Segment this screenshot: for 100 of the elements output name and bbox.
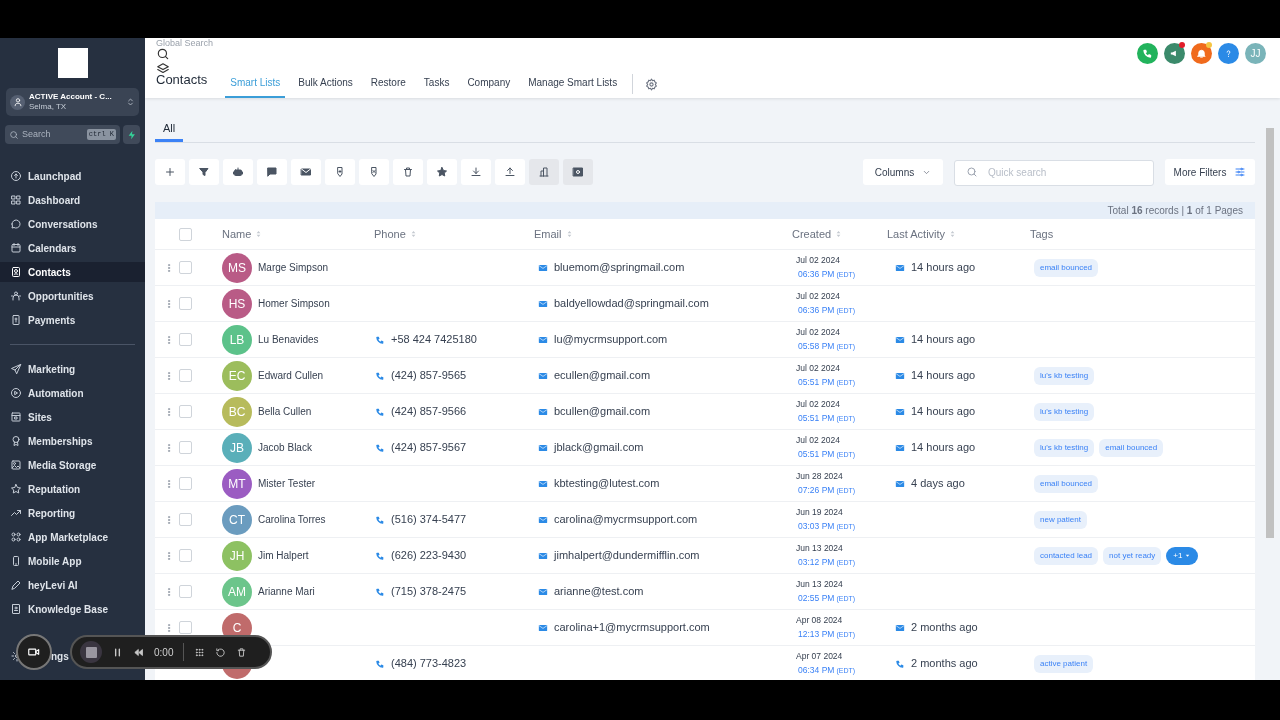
toolbar-button[interactable] [393,159,423,185]
phone-number[interactable]: (484) 773-4823 [391,655,467,672]
quick-search-field[interactable]: Quick search [954,159,1154,186]
dot-grid-icon[interactable] [194,646,206,658]
nav-item[interactable]: Marketing [0,359,145,379]
phone-number[interactable]: (424) 857-9567 [391,439,467,456]
contact-name[interactable]: Jacob Black [258,440,312,455]
tab[interactable]: Company [462,72,516,98]
row-checkbox[interactable] [179,261,192,274]
nav-item[interactable]: Calendars [0,238,145,258]
toolbar-button[interactable] [257,159,287,185]
notifications-button[interactable] [1191,43,1212,64]
contact-name[interactable]: Homer Simpson [258,296,330,311]
contact-name[interactable]: Marge Simpson [258,260,329,275]
row-checkbox[interactable] [179,369,192,382]
nav-item[interactable]: Opportunities [0,286,145,306]
created-date: Apr 08 2024 [796,615,844,626]
contact-name[interactable]: Mister Tester [258,476,316,491]
row-checkbox[interactable] [179,333,192,346]
announcements-button[interactable] [1164,43,1185,64]
contact-name[interactable]: Jim Halpert [258,548,309,563]
row-checkbox[interactable] [179,297,192,310]
more-filters-button[interactable]: More Filters [1165,159,1255,185]
nav-item[interactable]: Dashboard [0,190,145,210]
toolbar-button[interactable] [223,159,253,185]
phone-number[interactable]: (626) 223-9430 [391,547,467,564]
undo-icon[interactable] [215,646,227,658]
email-address[interactable]: baldyellowdad@springmail.com [554,295,709,312]
nav-item[interactable]: App Marketplace [0,527,145,547]
nav-item[interactable]: Reporting [0,503,145,523]
nav-item[interactable]: Knowledge Base [0,599,145,619]
contact-name[interactable]: Arianne Mari [258,584,315,599]
email-address[interactable]: jblack@gmail.com [554,439,644,456]
contact-name[interactable]: Bella Cullen [258,404,312,419]
trash-icon[interactable] [236,646,248,658]
email-address[interactable]: jimhalpert@dundermifflin.com [554,547,700,564]
nav-item[interactable]: Contacts [0,262,145,282]
contact-name[interactable]: Carolina Torres [258,512,326,527]
nav-item[interactable]: Conversations [0,214,145,234]
email-address[interactable]: ecullen@gmail.com [554,367,651,384]
pause-icon[interactable] [112,646,123,658]
select-all-checkbox[interactable] [179,227,192,241]
email-address[interactable]: bluemom@springmail.com [554,259,685,276]
nav-item[interactable]: Media Storage [0,455,145,475]
phone-number[interactable]: (516) 374-5477 [391,511,467,528]
nav-item[interactable]: heyLevi AI [0,575,145,595]
nav-item[interactable]: Mobile App [0,551,145,571]
toolbar-button[interactable] [325,159,355,185]
tab[interactable]: Tasks [418,72,455,98]
row-checkbox[interactable] [179,549,192,562]
account-switcher[interactable]: ACTIVE Account - C... Selma, TX [6,88,139,116]
tab[interactable]: Manage Smart Lists [523,72,623,98]
contact-avatar: JB [222,432,252,463]
column-header[interactable]: Created [792,225,832,243]
more-tags-button[interactable]: +1 [1166,546,1199,565]
column-header[interactable]: Email [534,225,562,243]
toolbar-button[interactable] [359,159,389,185]
contact-name[interactable]: Lu Benavides [258,332,319,347]
nav-item[interactable]: Automation [0,383,145,403]
tab[interactable]: Restore [365,72,411,98]
phone-number[interactable]: +58 424 7425180 [391,331,477,348]
email-address[interactable]: kbtesting@lutest.com [554,475,660,492]
row-checkbox[interactable] [179,585,192,598]
help-button[interactable] [1218,43,1239,64]
row-checkbox[interactable] [179,621,192,634]
column-header[interactable]: Name [222,225,252,243]
row-checkbox[interactable] [179,513,192,526]
tab[interactable]: Bulk Actions [293,72,358,98]
toolbar-button[interactable] [189,159,219,185]
phone-number[interactable]: (424) 857-9566 [391,403,467,420]
nav-item[interactable]: Payments [0,310,145,330]
toolbar-button[interactable] [427,159,457,185]
scrollbar-thumb[interactable] [1266,128,1274,538]
nav-item[interactable]: Memberships [0,431,145,451]
email-address[interactable]: carolina+1@mycrmsupport.com [554,619,710,636]
row-checkbox[interactable] [179,477,192,490]
nav-item[interactable]: Sites [0,407,145,427]
phone-number[interactable]: (715) 378-2475 [391,583,467,600]
toolbar-button[interactable] [563,159,593,185]
nav-item[interactable]: Reputation [0,479,145,499]
column-header[interactable]: Tags [1030,225,1054,243]
settings-icon[interactable] [645,78,659,91]
quick-action-button[interactable] [123,125,140,144]
column-header[interactable]: Phone [374,225,406,243]
email-address[interactable]: arianne@test.com [554,583,644,600]
column-header[interactable]: Last Activity [887,225,946,243]
list-tab[interactable]: All [155,116,184,142]
nav-item[interactable]: Launchpad [0,166,145,186]
stop-button[interactable] [80,641,102,663]
search-icon[interactable] [156,47,170,61]
email-address[interactable]: carolina@mycrmsupport.com [554,511,698,528]
email-address[interactable]: lu@mycrmsupport.com [554,331,668,348]
toolbar-button[interactable] [291,159,321,185]
row-checkbox[interactable] [179,405,192,418]
email-address[interactable]: bcullen@gmail.com [554,403,651,420]
call-button[interactable] [1137,43,1158,64]
row-checkbox[interactable] [179,441,192,454]
phone-number[interactable]: (424) 857-9565 [391,367,467,384]
columns-dropdown[interactable]: Columns [863,159,943,185]
contact-name[interactable]: Edward Cullen [258,368,324,383]
